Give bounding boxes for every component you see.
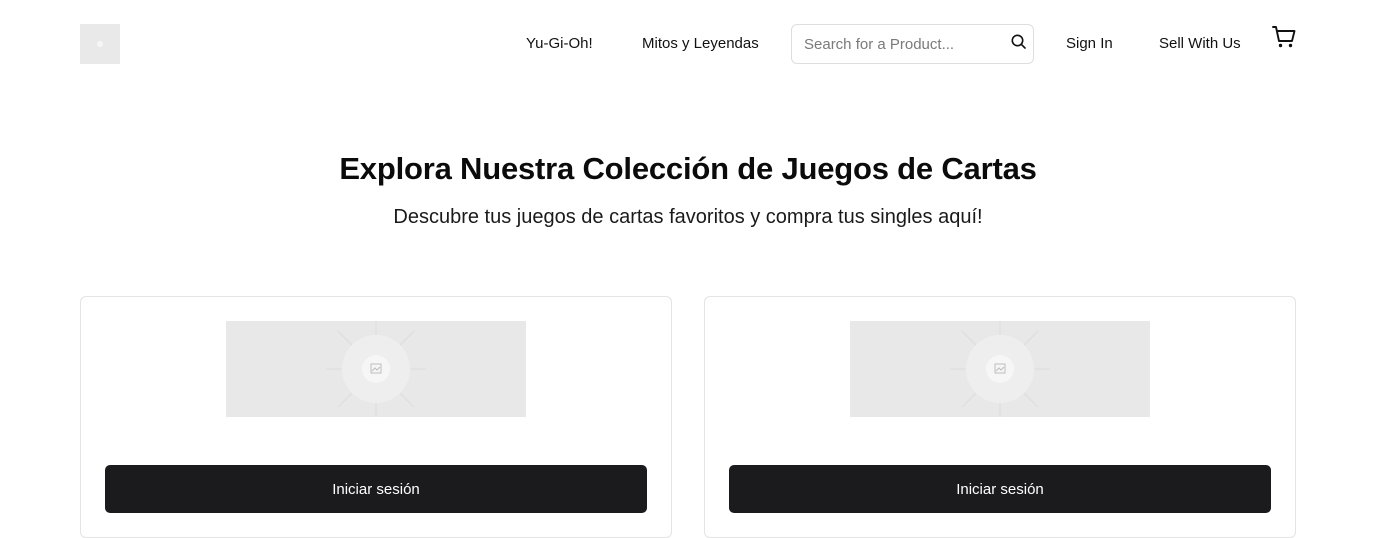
card-image bbox=[850, 321, 1150, 417]
image-placeholder-icon bbox=[326, 321, 426, 417]
nav-link-mitos-y-leyendas[interactable]: Mitos y Leyendas bbox=[642, 34, 759, 54]
placeholder-logo-icon bbox=[97, 41, 103, 47]
sign-in-link[interactable]: Sign In bbox=[1066, 34, 1113, 54]
nav-link-yugioh[interactable]: Yu-Gi-Oh! bbox=[526, 34, 593, 54]
sign-in-button[interactable]: Iniciar sesión bbox=[105, 465, 647, 513]
page: Yu-Gi-Oh! Mitos y Leyendas Sign In Sell … bbox=[0, 0, 1376, 538]
cart-icon[interactable] bbox=[1271, 24, 1297, 50]
search-box bbox=[791, 24, 1034, 64]
logo[interactable] bbox=[80, 24, 120, 64]
page-title: Explora Nuestra Colección de Juegos de C… bbox=[339, 151, 1037, 186]
sell-with-us-link[interactable]: Sell With Us bbox=[1159, 34, 1241, 54]
card-image bbox=[226, 321, 526, 417]
search-icon[interactable] bbox=[1010, 33, 1028, 51]
product-card: Iniciar sesión bbox=[80, 296, 672, 538]
search-input[interactable] bbox=[804, 25, 1004, 63]
page-subtitle: Descubre tus juegos de cartas favoritos … bbox=[393, 206, 983, 228]
product-card: Iniciar sesión bbox=[704, 296, 1296, 538]
image-placeholder-icon bbox=[950, 321, 1050, 417]
sign-in-button[interactable]: Iniciar sesión bbox=[729, 465, 1271, 513]
